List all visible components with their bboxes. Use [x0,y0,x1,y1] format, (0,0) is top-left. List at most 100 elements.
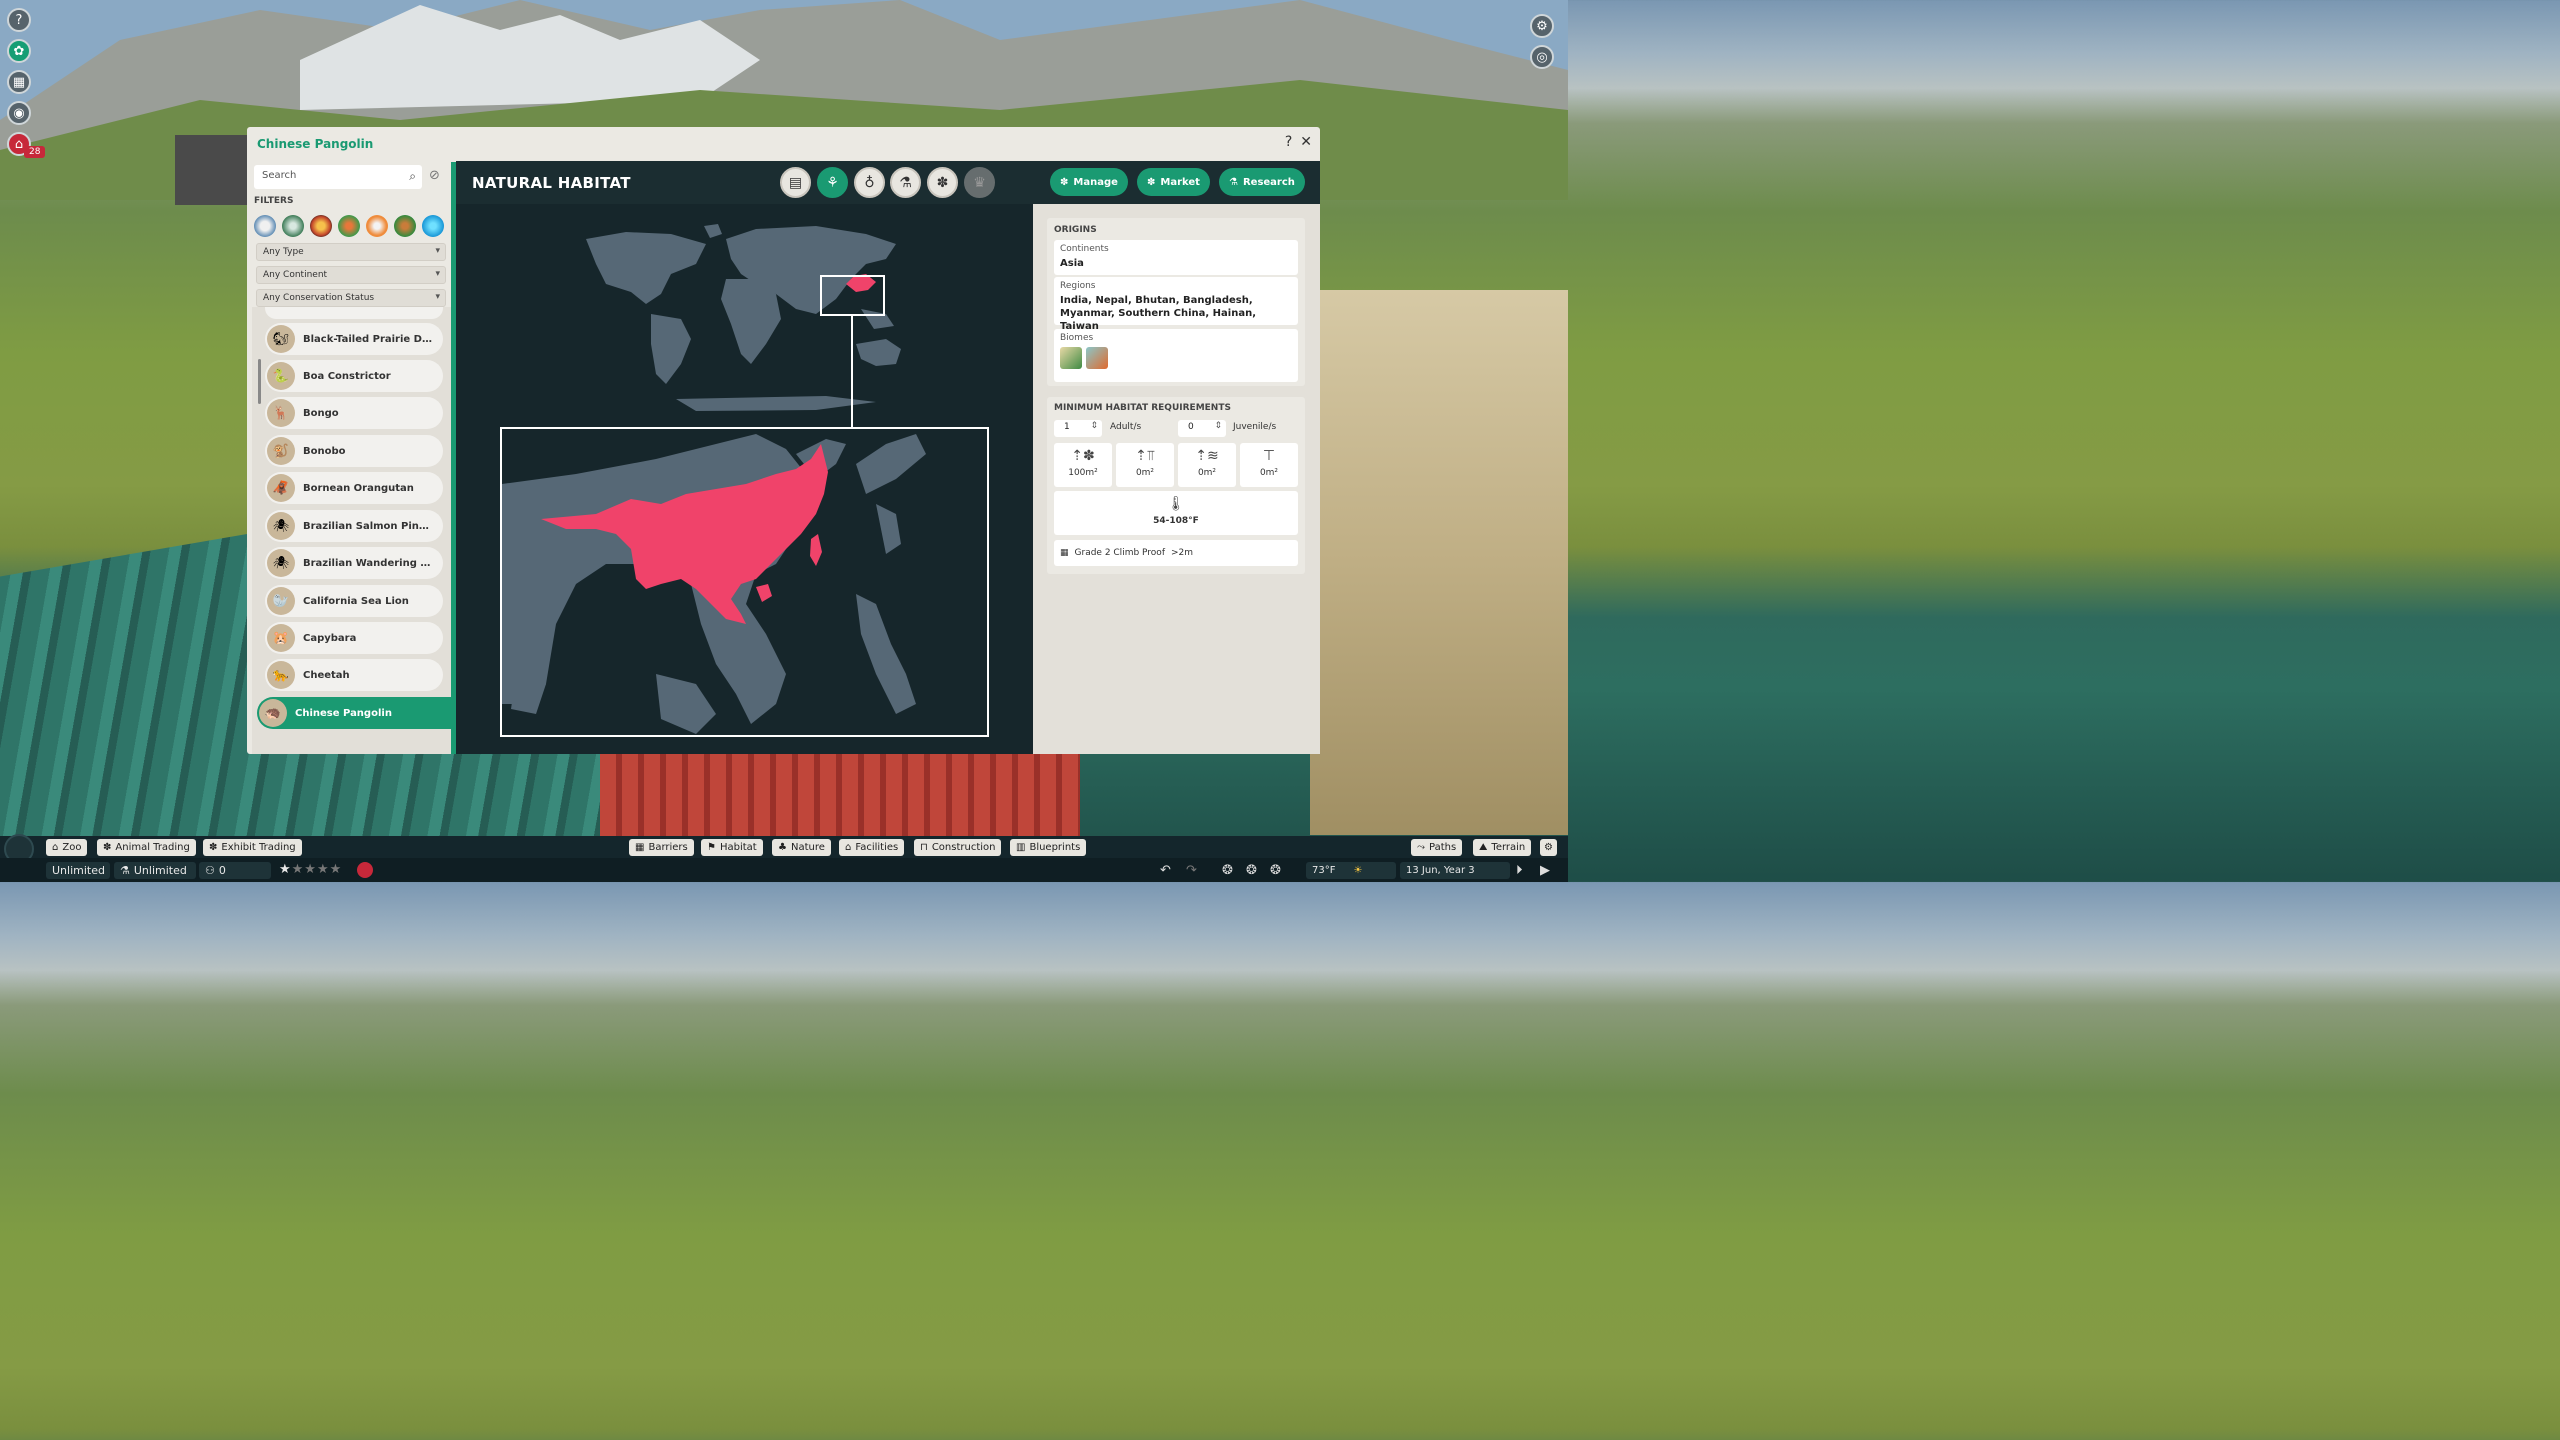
animal-list-item[interactable]: 🦌 Bongo [265,397,443,429]
build-toolbar: ⌂ Zoo ✽ Animal Trading ✽ Exhibit Trading ▦ B… [0,834,1568,864]
help-button[interactable]: ? [1285,134,1292,150]
terrain-label: Terrain [1491,842,1526,853]
animal-list-item[interactable]: 🐒 Bonobo [265,435,443,467]
clear-filter-icon[interactable]: ⊘ [429,168,440,183]
animal-name: Chinese Pangolin [295,707,392,719]
water-area-value: 0m² [1197,468,1217,478]
speed-normal-icon[interactable]: ❂ [1246,863,1257,878]
animal-trading-button[interactable]: ✽ Animal Trading [97,839,196,856]
habitat-label: Habitat [719,842,757,853]
settings-icon[interactable]: ⚙ [1530,14,1554,38]
animal-name: Bornean Orangutan [303,482,414,494]
info-tab-clipboard-icon[interactable]: ▤ [780,167,811,198]
zoo-button[interactable]: ⌂ Zoo [46,839,88,856]
aquatic-biome-filter-icon[interactable] [422,215,444,237]
speed-fast-icon[interactable]: ❂ [1270,863,1281,878]
regions-value: India, Nepal, Bhutan, Bangladesh, Myanma… [1060,295,1257,332]
animal-list-item[interactable]: 🐿 Black-Tailed Prairie Dog [265,323,443,355]
calendar-icon[interactable]: ▦ [7,70,31,94]
barriers-button[interactable]: ▦ Barriers [629,839,694,856]
animal-name: Brazilian Wandering Spider [303,557,435,569]
animal-list-item[interactable]: 🦧 Bornean Orangutan [265,472,443,504]
animal-name: Boa Constrictor [303,370,391,382]
tundra-biome-filter-icon[interactable] [254,215,276,237]
manage-button[interactable]: ✽ Manage [1050,168,1128,196]
window-title: Chinese Pangolin [257,137,374,151]
grassland-biome-filter-icon[interactable] [366,215,388,237]
barrier-icon: ▦ [635,842,645,853]
desert-biome-filter-icon[interactable] [310,215,332,237]
construction-icon: ⊓ [920,842,928,853]
temperature-requirement: 🌡 54-108°F [1054,491,1298,535]
food-tab-icon[interactable]: ⚗ [890,167,921,198]
paw-icon: ✽ [1147,176,1156,188]
continents-label: Continents [1060,244,1109,254]
animal-name: Cheetah [303,669,350,681]
help-icon[interactable]: ? [7,8,31,32]
facilities-button[interactable]: ⌂ Facilities [839,839,905,856]
speed-slow-icon[interactable]: ❂ [1222,863,1233,878]
continent-dropdown[interactable]: Any Continent [256,266,446,284]
animal-name: Black-Tailed Prairie Dog [303,333,435,345]
conservation-status-dropdown[interactable]: Any Conservation Status [256,289,446,307]
background-red-roof [600,745,1080,840]
camera-icon[interactable]: ◎ [1530,45,1554,69]
adults-stepper[interactable]: 1 [1054,420,1102,437]
habitat-tab-tree-icon[interactable]: ⚘ [817,167,848,198]
manage-label: Manage [1073,176,1118,188]
animal-list-item[interactable]: 🕷 Brazilian Salmon Pink Tar... [265,510,443,542]
tropical-biome-filter-icon[interactable] [338,215,360,237]
close-button[interactable]: ✕ [1300,134,1312,150]
barriers-label: Barriers [648,842,688,853]
research-button[interactable]: ⚗ Research [1219,168,1305,196]
habitat-button[interactable]: ⚑ Habitat [701,839,763,856]
animal-list-item[interactable]: 🦭 California Sea Lion [265,585,443,617]
zoo-manager-icon[interactable]: ✿ [7,39,31,63]
play-icon[interactable]: ▶ [1540,863,1550,878]
animal-list-item[interactable]: 🕷 Brazilian Wandering Spider [265,547,443,579]
blueprints-button[interactable]: ▥ Blueprints [1010,839,1087,856]
blueprint-icon: ▥ [1016,842,1026,853]
habitat-icon: ⚑ [707,842,716,853]
trophy-tab-icon[interactable]: ♛ [964,167,995,198]
origins-section: ORIGINS Continents Asia Regions India, N… [1047,218,1305,386]
continental-biome-filter-icon[interactable] [394,215,416,237]
list-item-partial[interactable] [265,307,443,319]
extra-tool-icon[interactable]: ⚙ [1540,839,1557,856]
barrier-icon: ▦ [1060,548,1069,558]
paw-tab-icon[interactable]: ✽ [927,167,958,198]
animal-list-item-selected[interactable]: 🦔 Chinese Pangolin [257,697,451,729]
requirements-heading: MINIMUM HABITAT REQUIREMENTS [1054,403,1231,413]
undo-icon[interactable]: ↶ [1160,863,1171,878]
habitat-map [456,204,1033,754]
search-icon[interactable]: ⌕ [409,169,416,184]
animal-avatar: 🐒 [267,437,295,465]
juveniles-stepper[interactable]: 0 [1178,420,1226,437]
terrain-button[interactable]: ⛰ Terrain [1473,839,1532,856]
tropical-biome-icon [1060,347,1082,369]
type-dropdown[interactable]: Any Type [256,243,446,261]
view-icon[interactable]: ◉ [7,101,31,125]
nature-button[interactable]: ♣ Nature [772,839,831,856]
temperate-biome-filter-icon[interactable] [282,215,304,237]
adults-label: Adult/s [1110,422,1142,432]
paths-button[interactable]: ⤳ Paths [1411,839,1463,856]
construction-button[interactable]: ⊓ Construction [914,839,1002,856]
animal-list-item[interactable]: 🐆 Cheetah [265,659,443,691]
market-button[interactable]: ✽ Market [1137,168,1210,196]
redo-icon[interactable]: ↷ [1186,863,1197,878]
animal-list[interactable]: 🐿 Black-Tailed Prairie Dog 🐍 Boa Constrict… [252,307,451,754]
animal-list-item[interactable]: 🐍 Boa Constrictor [265,360,443,392]
zoo-label: Zoo [62,842,82,853]
habitat-requirements-section: MINIMUM HABITAT REQUIREMENTS 1 Adult/s 0… [1047,397,1305,574]
search-placeholder: Search [262,170,297,181]
search-input[interactable]: Search ⌕ [254,165,422,189]
list-scrollbar[interactable] [258,359,261,404]
panel-header: NATURAL HABITAT ▤ ⚘ ♁ ⚗ ✽ ♛ ✽ Manage ✽ Mar… [456,161,1320,204]
fast-forward-icon[interactable]: ⏵ [1516,863,1523,878]
animal-list-item[interactable]: 🐹 Capybara [265,622,443,654]
enrichment-tab-icon[interactable]: ♁ [854,167,885,198]
animal-sidebar: Search ⌕ ⊘ FILTERS Any Type Any Continen… [252,162,451,754]
exhibit-trading-button[interactable]: ✽ Exhibit Trading [203,839,302,856]
paths-icon: ⤳ [1417,842,1425,853]
